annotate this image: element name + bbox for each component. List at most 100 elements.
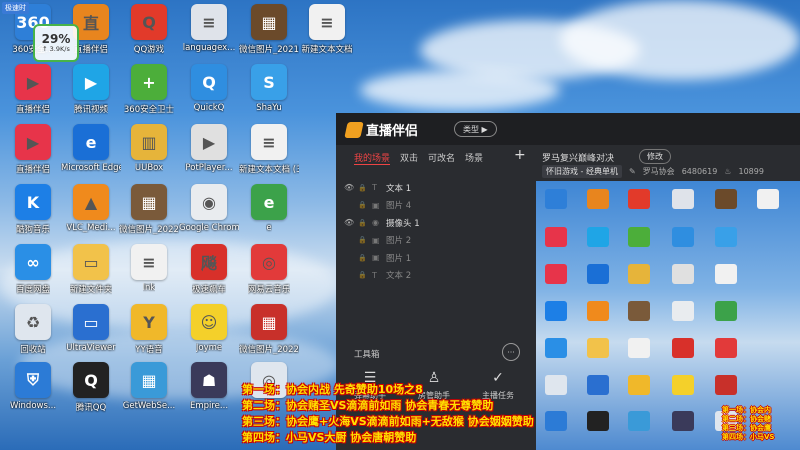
desktop-icon[interactable]: ee <box>240 184 298 244</box>
desktop-icon[interactable]: ▥ UUBox <box>120 124 178 184</box>
preview-desktop-icon <box>544 301 567 322</box>
lock-icon[interactable]: 🔒 <box>358 219 372 227</box>
desktop-icon[interactable]: ▶ 腾讯视频 <box>62 64 120 124</box>
desktop-icon[interactable]: ☺ Joyme <box>180 304 238 364</box>
desktop-icon[interactable]: ≡ 新建文本文档 <box>298 4 356 64</box>
tab-double-click[interactable]: 双击 <box>400 151 418 165</box>
desktop-icon-label: 微信图片_2021080... <box>239 45 299 55</box>
desktop-icon[interactable]: ◎ 网易云音乐 <box>240 244 298 304</box>
desktop-icon[interactable]: ▦ 微信图片_2022010... <box>239 304 299 364</box>
desktop-icon[interactable]: ▦ GetWebSe... <box>120 362 178 422</box>
preview-desktop-icon <box>671 189 694 210</box>
source-item[interactable]: 🔒 ▣ 图片 1 <box>344 249 524 266</box>
source-item[interactable]: 🔒 T 文本 2 <box>344 267 524 284</box>
desktop-icon[interactable]: ♻ 回收站 <box>4 304 62 364</box>
toolbox-title: 工具箱 <box>354 350 380 360</box>
desktop-icon[interactable]: Q 腾讯QQ <box>62 362 120 422</box>
desktop-icon-label: 腾讯QQ <box>75 403 107 413</box>
desktop-icon[interactable]: ≡ lnk <box>120 244 178 304</box>
source-label: 文本 1 <box>386 183 412 194</box>
desktop-icon[interactable]: ▶ 直播伴侣 <box>4 124 62 184</box>
category-tag[interactable]: 怀旧游戏 - 经典单机 <box>542 165 622 178</box>
app-icon: ♻ <box>15 304 51 340</box>
preview-desktop-icon <box>714 338 737 359</box>
app-icon: ▶ <box>191 124 227 160</box>
desktop-icon[interactable]: e Microsoft Edge <box>61 124 121 184</box>
desktop-icon[interactable]: ▶ 直播伴侣 <box>4 64 62 124</box>
desktop-icon-label: 酷狗音乐 <box>15 225 50 235</box>
desktop-icon-label: lnk <box>142 283 156 293</box>
app-icon: ▦ <box>251 304 287 340</box>
lock-icon[interactable]: 🔒 <box>358 254 372 262</box>
eye-icon[interactable]: 👁 <box>344 183 358 192</box>
app-icon: ▲ <box>73 184 109 220</box>
edit-category-icon[interactable]: ✎ <box>629 167 636 176</box>
source-label: 摄像头 1 <box>386 218 420 229</box>
app-icon: ☗ <box>191 362 227 398</box>
desktop-icon[interactable]: ▭ 新建文件夹 <box>62 244 120 304</box>
source-item[interactable]: 👁 🔒 ◉ 摄像头 1 <box>344 214 524 231</box>
app-icon: e <box>73 124 109 160</box>
source-item[interactable]: 🔒 ▣ 图片 2 <box>344 232 524 249</box>
preview-desktop-icon <box>586 375 609 396</box>
app-icon: + <box>131 64 167 100</box>
preview-desktop-icon <box>544 263 567 284</box>
fans-icon: ♨ <box>724 167 732 176</box>
caption-line: 第四场：小马VS大厨 协会唐朝赞助 <box>242 431 417 444</box>
desktop-icon-label: UltraViewer <box>66 343 116 353</box>
lock-icon[interactable]: 🔒 <box>358 236 372 244</box>
app-icon: ◎ <box>251 244 287 280</box>
preview-desktop-icon <box>628 301 651 322</box>
desktop-icon-label: 百度网盘 <box>15 285 50 295</box>
app-icon: ☺ <box>191 304 227 340</box>
desktop-icon[interactable]: ☗ Empire... <box>180 362 238 422</box>
desktop-icon[interactable]: ≡ 新建文本文档 (3) <box>239 124 299 184</box>
type-button[interactable]: 类型 ▶ <box>454 121 497 137</box>
desktop-icon[interactable]: ▭ UltraViewer <box>62 304 120 364</box>
network-monitor-widget[interactable]: 29% ↑ 3.9K/s <box>33 24 79 62</box>
app-icon: ▶ <box>15 64 51 100</box>
desktop-icon[interactable]: 飚极速飙车 <box>180 244 238 304</box>
tab-scene[interactable]: 场景 <box>465 151 483 165</box>
tab-my-scene[interactable]: 我的场景 <box>354 151 391 165</box>
preview-desktop-icon <box>671 375 694 396</box>
desktop-icon[interactable]: S ShaYu <box>240 64 298 124</box>
desktop-icon[interactable]: Q QQ游戏 <box>120 4 178 64</box>
desktop-icon-label: 新建文本文档 <box>301 45 353 55</box>
desktop-icon[interactable]: ⛨ Windows... <box>4 362 62 422</box>
app-icon: ≡ <box>309 4 345 40</box>
desktop-icon[interactable]: ∞ 百度网盘 <box>4 244 62 304</box>
app-icon: ▦ <box>251 4 287 40</box>
add-scene-icon[interactable]: + <box>514 147 526 163</box>
desktop-icon[interactable]: +360安全卫士 <box>120 64 178 124</box>
desktop-icon-label: PotPlayer... <box>185 163 233 173</box>
desktop-icon[interactable]: ◉ Google Chrome <box>179 184 239 244</box>
desktop-icon[interactable]: ▦ 微信图片_2021080... <box>239 4 299 64</box>
more-icon[interactable]: ··· <box>502 343 520 361</box>
lock-icon[interactable]: 🔒 <box>358 201 372 209</box>
desktop-icon[interactable]: ▲ VLC_Medi... <box>62 184 120 244</box>
cpu-percent: 29% <box>41 32 71 46</box>
desktop-icon-label: 微信图片_2022040... <box>119 225 179 235</box>
desktop-icon[interactable]: K 酷狗音乐 <box>4 184 62 244</box>
desktop-icon-label: 网易云音乐 <box>247 285 291 295</box>
desktop-icon[interactable]: ▦ 微信图片_2022040... <box>119 184 179 244</box>
source-type-icon: ▣ <box>372 253 380 262</box>
lock-icon[interactable]: 🔒 <box>358 271 372 279</box>
desktop-icon[interactable]: ▶ PotPlayer... <box>180 124 238 184</box>
preview-desktop-icon <box>586 189 609 210</box>
lock-icon[interactable]: 🔒 <box>358 184 372 192</box>
desktop-icon[interactable]: Y YY语音 <box>120 304 178 364</box>
stream-caption-overlay: 第一场：协会内战 先奇赞助10场之8 第二场：协会赌圣VS滴滴前如雨 协会青春无… <box>242 382 534 446</box>
desktop-icon[interactable]: ≡ languagex... <box>180 4 238 64</box>
eye-icon[interactable]: 👁 <box>344 218 358 227</box>
tab-renamable[interactable]: 可改名 <box>428 151 455 165</box>
desktop-icon-label: ShaYu <box>256 103 282 113</box>
edit-room-button[interactable]: 修改 <box>639 149 671 164</box>
desktop-icon-label: QQ游戏 <box>133 45 165 55</box>
caption-line: 第二场：协会赌圣VS滴滴前如雨 协会青春无尊赞助 <box>242 399 494 412</box>
source-item[interactable]: 🔒 ▣ 图片 4 <box>344 197 524 214</box>
source-item[interactable]: 👁 🔒 T 文本 1 <box>344 179 524 196</box>
preview-desktop-icon <box>671 411 694 432</box>
desktop-icon[interactable]: Q QuickQ <box>180 64 238 124</box>
